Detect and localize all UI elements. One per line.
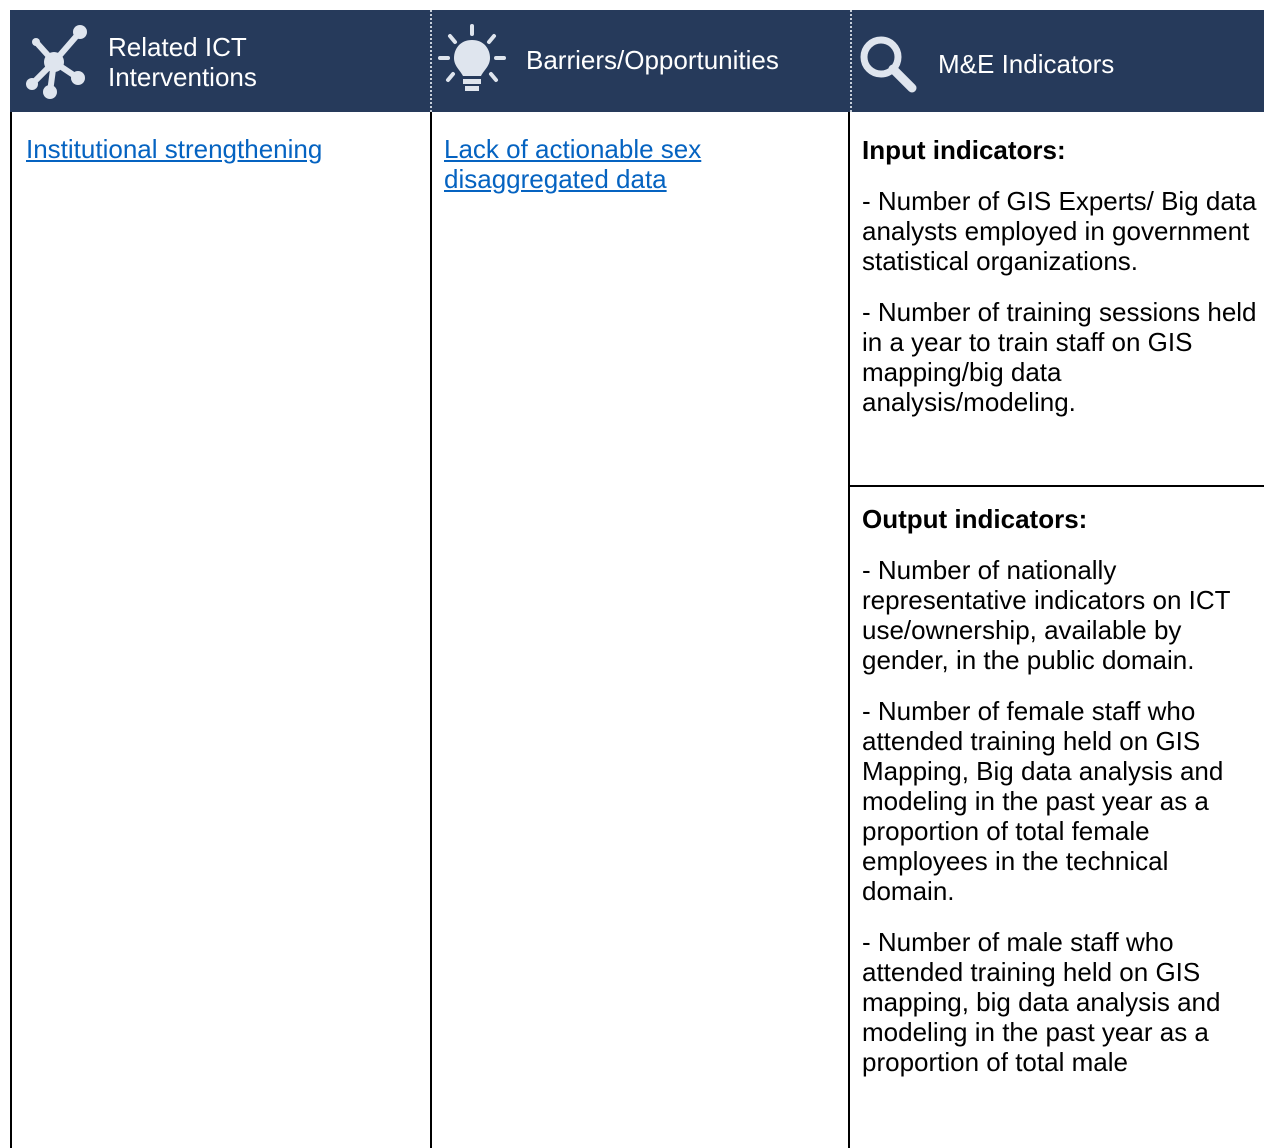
header-col1-label-line1: Related ICT bbox=[108, 32, 247, 62]
header-col3-label: M&E Indicators bbox=[938, 49, 1115, 79]
header-col-me-indicators: M&E Indicators bbox=[852, 10, 1264, 112]
header-col-related-ict: Related ICT Interventions bbox=[10, 10, 432, 112]
intervention-cell: Institutional strengthening bbox=[10, 112, 432, 1148]
indicator-divider bbox=[848, 485, 1264, 487]
actionable-data-barrier-link[interactable]: Lack of actionable sex disaggregated dat… bbox=[444, 134, 701, 194]
header-col-barriers: Barriers/Opportunities bbox=[432, 10, 852, 112]
input-indicator-item: - Number of training sessions held in a … bbox=[862, 297, 1257, 417]
magnifier-icon bbox=[860, 36, 917, 93]
page: Related ICT Interventions Barriers/Oppor… bbox=[0, 0, 1264, 1148]
indicators-cell: Input indicators: - Number of GIS Expert… bbox=[848, 112, 1264, 1148]
header-col2-label: Barriers/Opportunities bbox=[526, 45, 779, 75]
lightbulb-icon bbox=[438, 24, 506, 91]
output-indicator-item: - Number of male staff who attended trai… bbox=[862, 927, 1221, 1077]
institutional-strengthening-link[interactable]: Institutional strengthening bbox=[26, 134, 322, 164]
barrier-cell: Lack of actionable sex disaggregated dat… bbox=[430, 112, 850, 1148]
input-indicators-heading: Input indicators: bbox=[862, 135, 1066, 165]
header-col1-label-line2: Interventions bbox=[108, 62, 257, 92]
output-indicator-item: - Number of female staff who attended tr… bbox=[862, 696, 1224, 906]
table-header: Related ICT Interventions Barriers/Oppor… bbox=[10, 10, 1264, 112]
output-indicator-item: - Number of nationally representative in… bbox=[862, 555, 1231, 675]
output-indicators-block: Output indicators: - Number of nationall… bbox=[862, 504, 1257, 1077]
network-nodes-icon bbox=[26, 25, 87, 99]
output-indicators-heading: Output indicators: bbox=[862, 504, 1088, 534]
table-body: Institutional strengthening Lack of acti… bbox=[10, 112, 1264, 1148]
input-indicators-block: Input indicators: - Number of GIS Expert… bbox=[862, 135, 1257, 417]
input-indicator-item: - Number of GIS Experts/ Big data analys… bbox=[862, 186, 1257, 276]
